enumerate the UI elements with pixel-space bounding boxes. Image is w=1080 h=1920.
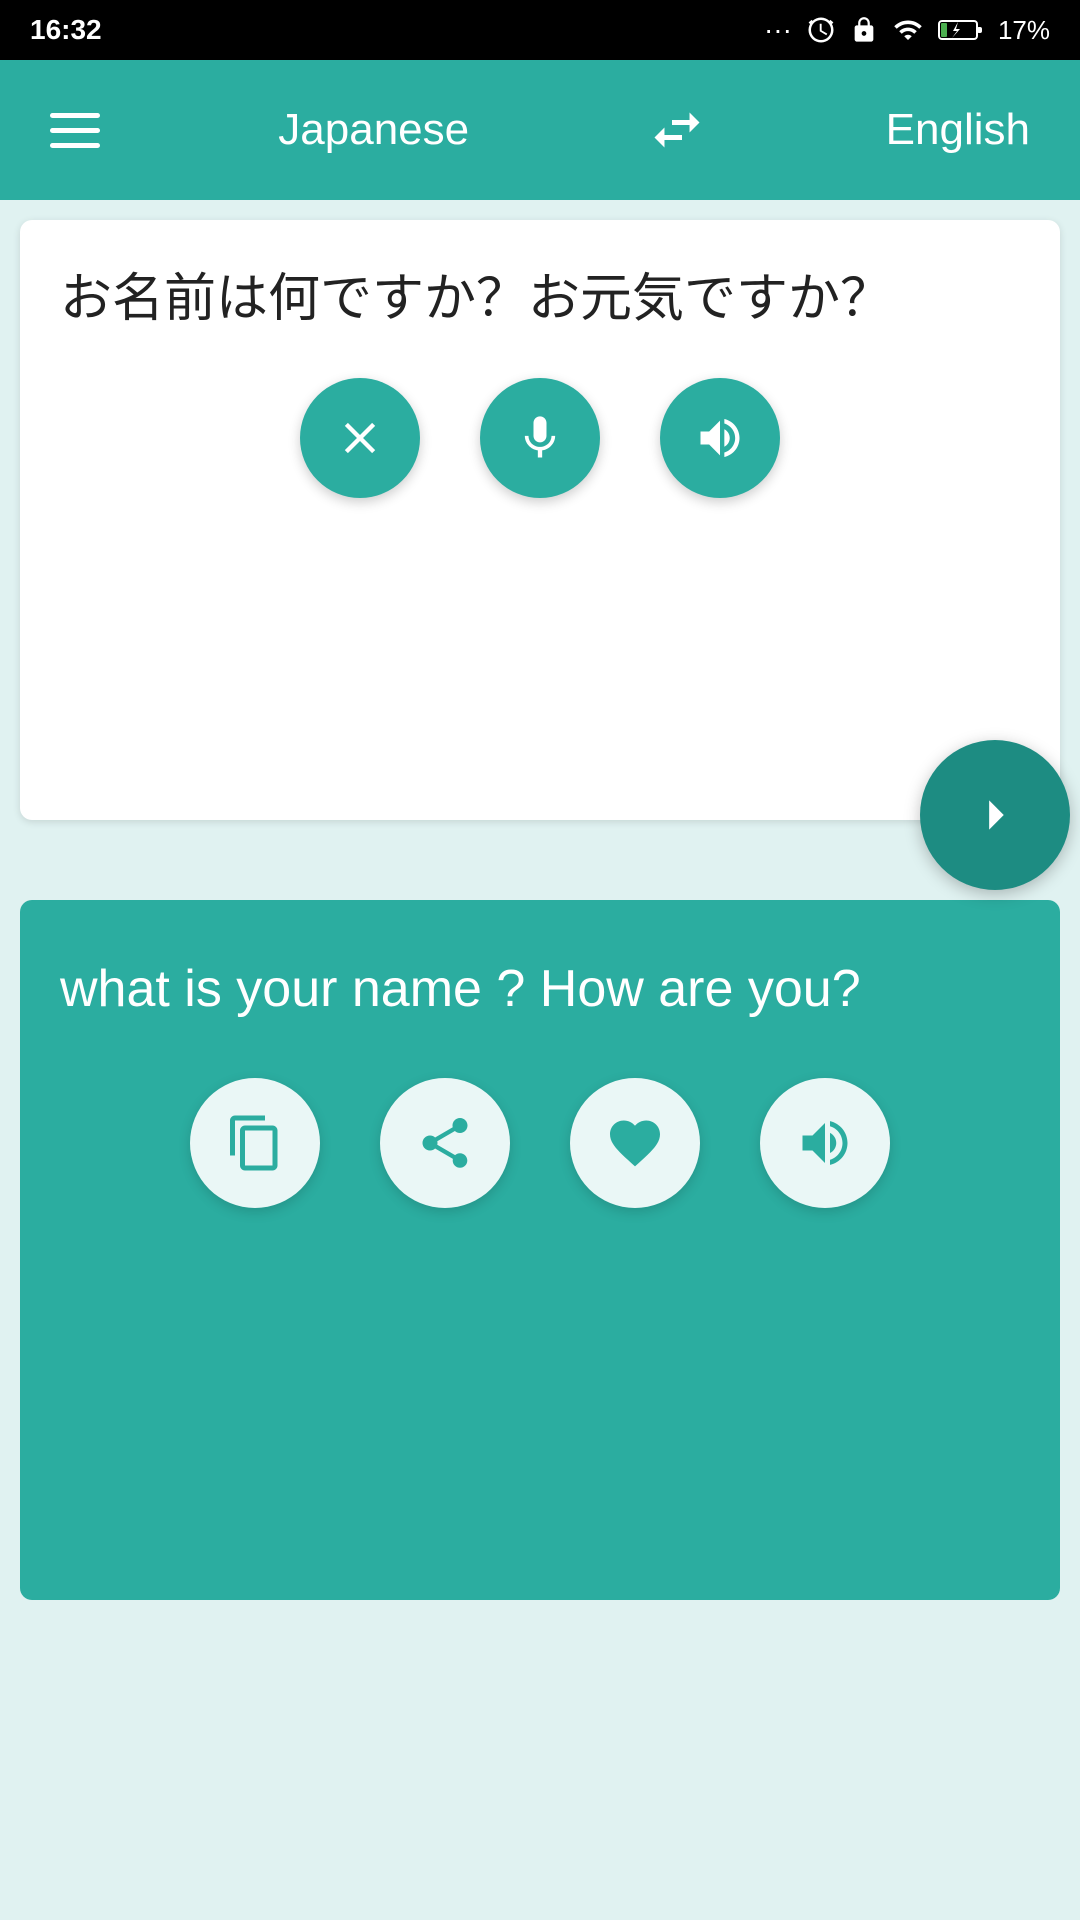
battery-percent: 17% [998, 15, 1050, 46]
mic-button[interactable] [480, 378, 600, 498]
lock-icon [850, 15, 878, 45]
output-text: what is your name ? How are you? [60, 950, 1020, 1028]
alarm-icon [806, 15, 836, 45]
output-section: what is your name ? How are you? [20, 900, 1060, 1600]
translate-button[interactable] [920, 740, 1070, 890]
copy-button[interactable] [190, 1078, 320, 1208]
nav-bar: Japanese English [0, 60, 1080, 200]
menu-icon[interactable] [50, 113, 100, 148]
favorite-button[interactable] [570, 1078, 700, 1208]
output-speaker-button[interactable] [760, 1078, 890, 1208]
input-text[interactable]: お名前は何ですか？お元気ですか？ [60, 260, 1020, 338]
target-language[interactable]: English [886, 105, 1030, 155]
output-actions [60, 1078, 1020, 1218]
source-language[interactable]: Japanese [278, 105, 469, 155]
status-time: 16:32 [30, 14, 102, 46]
battery-icon [938, 17, 984, 43]
input-actions [60, 378, 1020, 508]
input-section: お名前は何ですか？お元気ですか？ [20, 220, 1060, 820]
status-icons: ··· 17% [764, 14, 1050, 46]
status-bar: 16:32 ··· 17% [0, 0, 1080, 60]
swap-languages-icon[interactable] [647, 100, 707, 160]
clear-button[interactable] [300, 378, 420, 498]
signal-icon [892, 15, 924, 45]
input-speaker-button[interactable] [660, 378, 780, 498]
dots-icon: ··· [764, 14, 792, 46]
share-button[interactable] [380, 1078, 510, 1208]
